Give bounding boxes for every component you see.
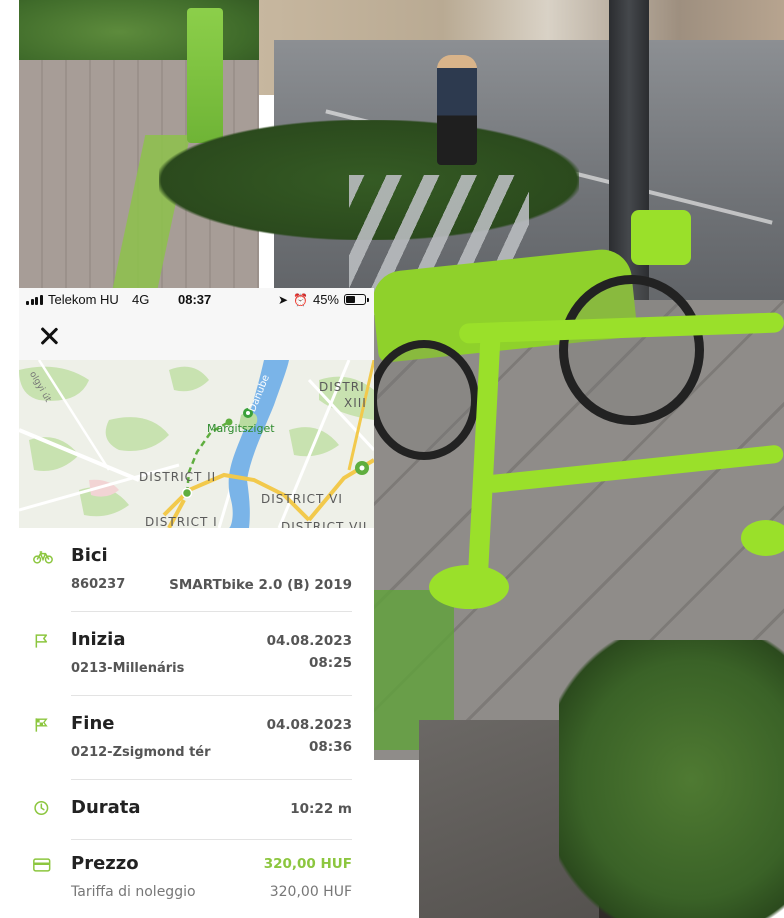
photo-bike-wheel: [369, 340, 479, 460]
bike-title: Bici: [71, 545, 108, 566]
photo-railing-base: [741, 520, 784, 556]
start-title: Inizia: [71, 629, 126, 650]
route-map[interactable]: DISTRI XIII Margitsziget Danube olgyi út…: [19, 360, 374, 528]
start-row: Inizia 0213-Millenáris 04.08.2023 08:25: [35, 612, 352, 696]
map-label-district: DISTRICT I: [145, 515, 218, 528]
duration-title: Durata: [71, 797, 141, 818]
map-label-district: DISTRI: [319, 380, 365, 394]
clock: 08:37: [178, 292, 212, 307]
close-icon[interactable]: [37, 324, 61, 348]
phone-screenshot: Telekom HU 4G 08:37 ➤ ⏰ 45% DISTRI XIII …: [19, 288, 374, 918]
map-label-island: Margitsziget: [207, 422, 275, 435]
clock-icon: [34, 801, 49, 815]
checkered-flag-icon: [35, 718, 48, 732]
photo-bike-basket: [631, 210, 691, 265]
end-time: 08:36: [309, 739, 352, 755]
map-label-district: DISTRICT II: [139, 470, 217, 484]
card-icon: [33, 858, 51, 872]
photo-bush: [559, 640, 784, 918]
end-station: 0212-Zsigmond tér: [71, 745, 211, 760]
price-total: 320,00 HUF: [263, 856, 352, 872]
battery-icon: [344, 294, 369, 305]
bike-id: 860237: [71, 577, 126, 592]
price-row: Prezzo 320,00 HUF Tariffa di noleggio 32…: [33, 840, 352, 918]
signal-icon: [26, 295, 43, 305]
end-title: Fine: [71, 713, 115, 734]
trip-details: Bici 860237 SMARTbike 2.0 (B) 2019 Inizi…: [19, 528, 374, 918]
map-label-district: DISTRICT VII: [281, 520, 368, 528]
bike-model: SMARTbike 2.0 (B) 2019: [169, 577, 352, 593]
photo-bike-wheel: [559, 275, 704, 425]
start-time: 08:25: [309, 655, 352, 671]
map-label-district: XIII: [344, 396, 367, 410]
map-label-district: DISTRICT VI: [261, 492, 343, 506]
fee-label: Tariffa di noleggio: [71, 884, 196, 900]
location-arrow-icon: ➤: [277, 292, 289, 307]
end-date: 04.08.2023: [266, 717, 352, 733]
photo-cyclist: [437, 55, 477, 165]
start-station: 0213-Millenáris: [71, 661, 185, 676]
network-type: 4G: [132, 292, 150, 307]
carrier-name: Telekom HU: [48, 292, 119, 307]
duration-value: 10:22 m: [290, 801, 352, 817]
photo-railing-base: [429, 565, 509, 609]
flag-icon: [35, 634, 48, 648]
end-row: Fine 0212-Zsigmond tér 04.08.2023 08:36: [35, 696, 352, 780]
bike-row: Bici 860237 SMARTbike 2.0 (B) 2019: [33, 528, 352, 612]
bicycle-icon: [33, 551, 53, 564]
alarm-icon: ⏰: [293, 292, 308, 307]
battery-percent: 45%: [312, 292, 339, 307]
battery-fill: [346, 296, 355, 303]
top-bar: [19, 312, 374, 360]
status-bar: Telekom HU 4G 08:37 ➤ ⏰ 45%: [19, 288, 374, 312]
fee-value: 320,00 HUF: [269, 884, 352, 900]
start-date: 04.08.2023: [266, 633, 352, 649]
duration-row: Durata 10:22 m: [34, 780, 352, 840]
price-title: Prezzo: [71, 853, 139, 874]
